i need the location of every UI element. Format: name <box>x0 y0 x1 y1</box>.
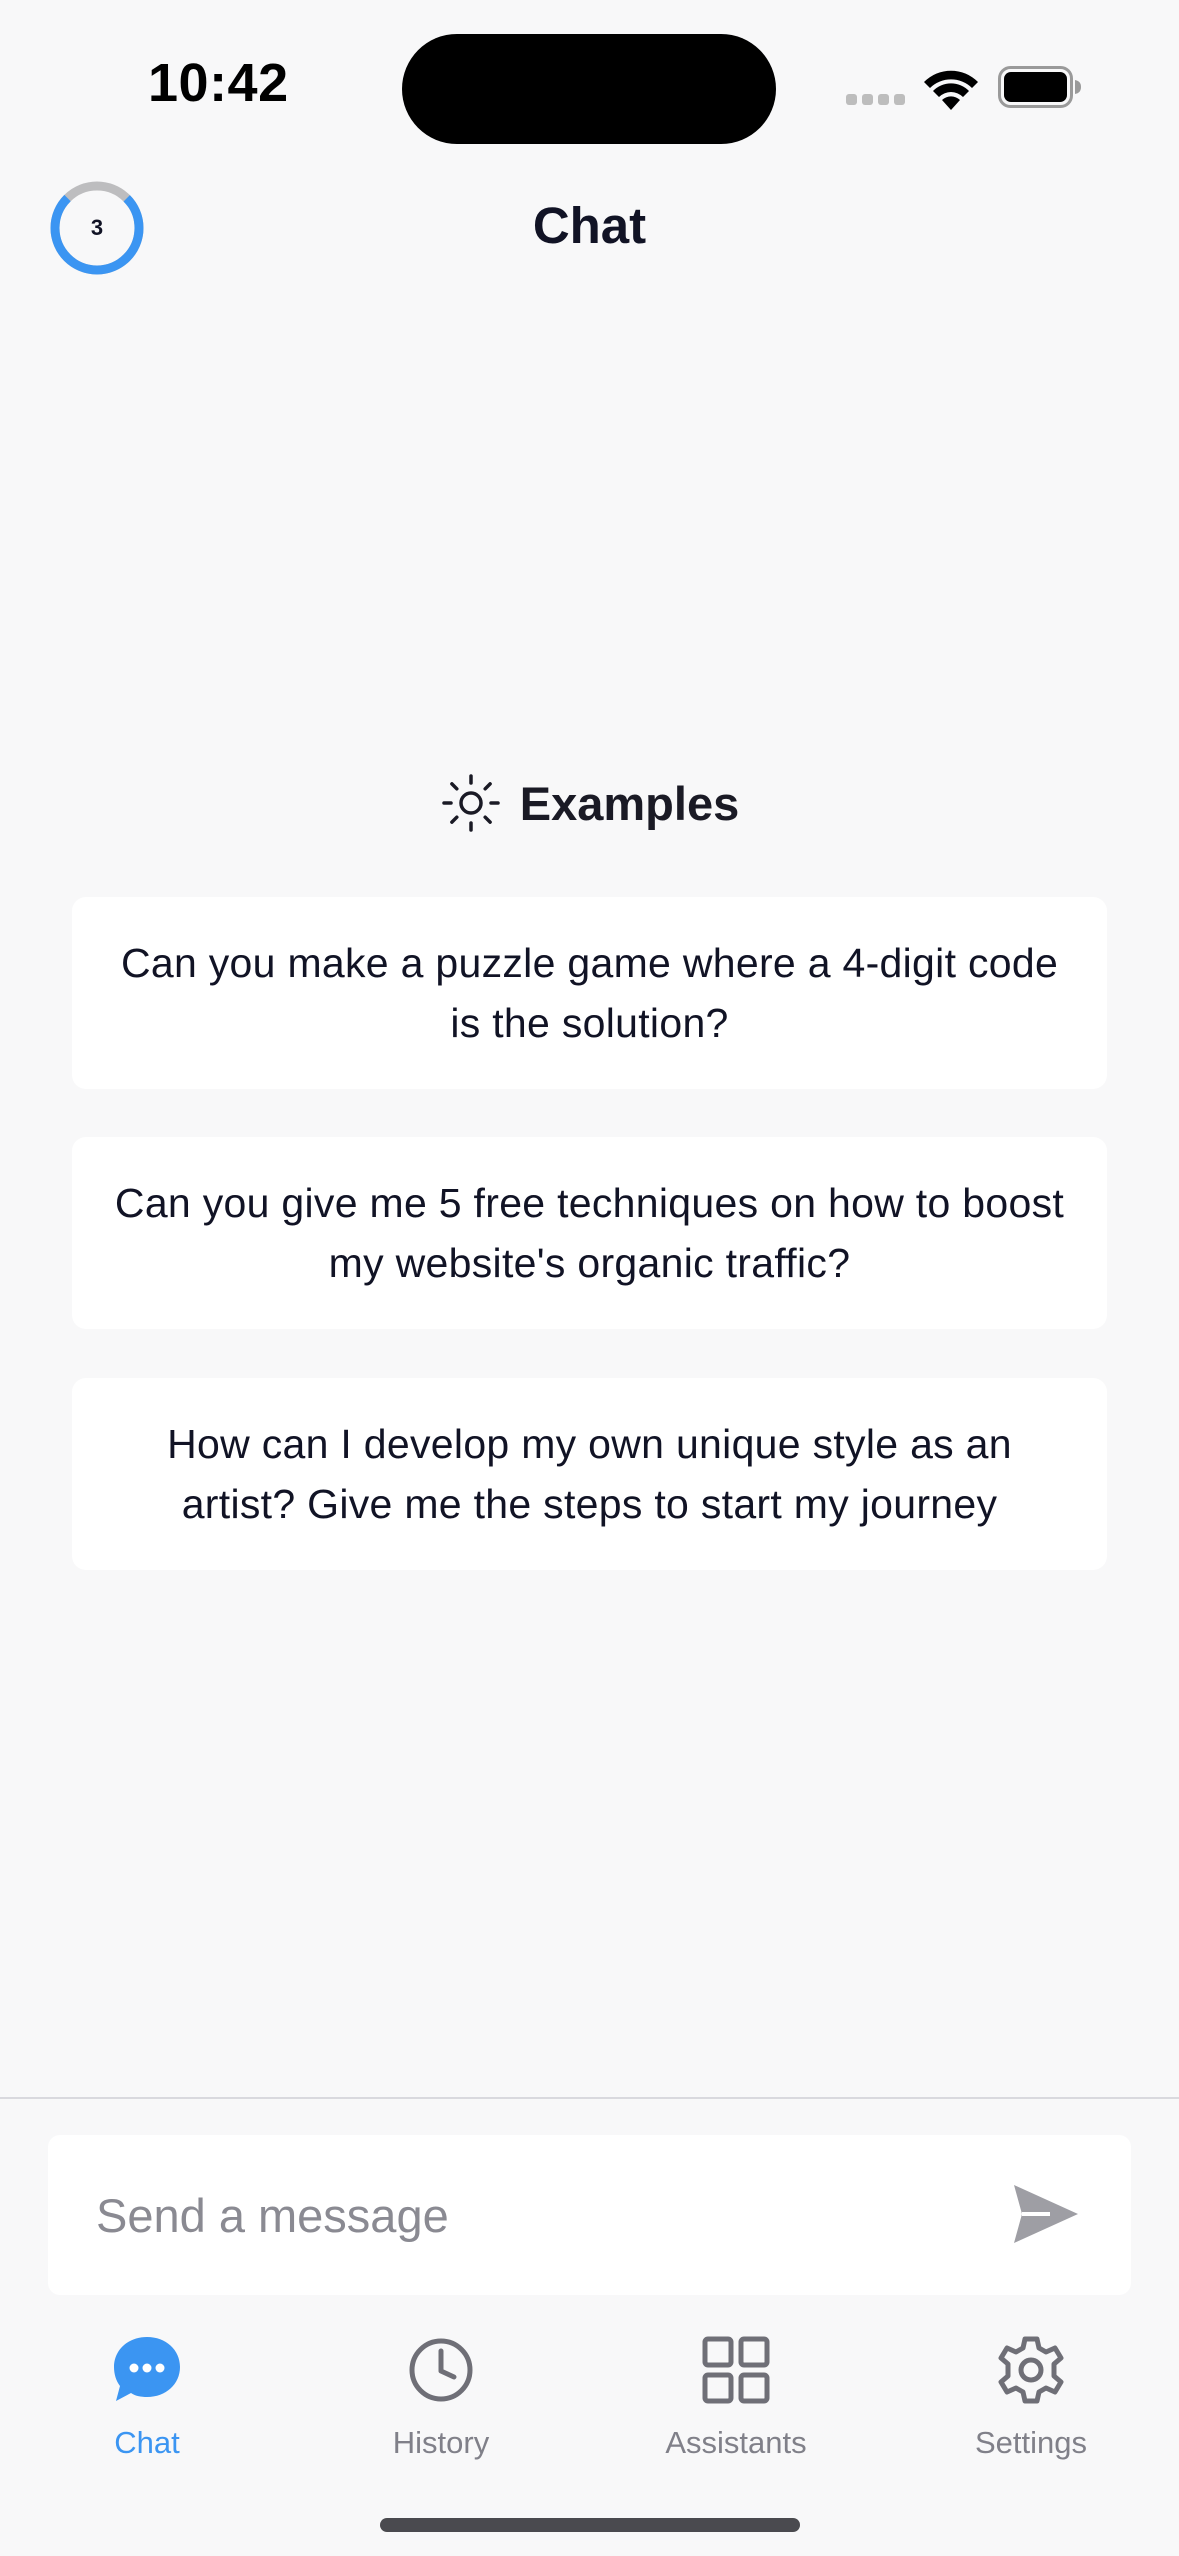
send-icon[interactable] <box>1010 2181 1082 2247</box>
examples-title: Examples <box>519 776 740 830</box>
tab-assistants[interactable]: Assistants <box>616 2333 856 2473</box>
battery-icon <box>998 66 1081 108</box>
tab-label: Chat <box>114 2425 180 2460</box>
message-composer <box>48 2135 1131 2295</box>
tab-label: Assistants <box>665 2425 807 2460</box>
grid-icon <box>702 2336 770 2404</box>
example-prompt-card[interactable]: Can you give me 5 free techniques on how… <box>72 1137 1107 1329</box>
sun-icon <box>442 774 500 832</box>
tab-label: Settings <box>974 2425 1087 2460</box>
tab-label: History <box>392 2425 490 2460</box>
status-time: 10:42 <box>148 53 289 113</box>
tab-settings[interactable]: Settings <box>911 2333 1151 2473</box>
wifi-icon <box>924 70 978 110</box>
chat-screen: 10:42 3 Chat Examples Can you make a puz… <box>0 0 1179 2556</box>
example-prompt-text: Can you give me 5 free techniques on how… <box>114 1180 1065 1286</box>
example-prompt-text: How can I develop my own unique style as… <box>167 1421 1012 1527</box>
message-input[interactable] <box>96 2173 996 2257</box>
examples-heading: Examples <box>0 772 1179 834</box>
clock-icon <box>409 2338 473 2402</box>
tab-chat[interactable]: Chat <box>27 2333 267 2473</box>
gear-icon <box>998 2336 1064 2404</box>
tab-history[interactable]: History <box>321 2333 561 2473</box>
page-title: Chat <box>532 197 647 254</box>
dynamic-island <box>402 34 776 144</box>
example-prompt-text: Can you make a puzzle game where a 4-dig… <box>120 940 1059 1046</box>
cellular-signal-icon <box>846 94 906 106</box>
composer-divider <box>0 2097 1179 2099</box>
home-indicator[interactable] <box>380 2518 800 2532</box>
example-prompt-card[interactable]: Can you make a puzzle game where a 4-dig… <box>72 897 1107 1089</box>
chat-bubble-icon <box>114 2337 180 2401</box>
example-prompt-card[interactable]: How can I develop my own unique style as… <box>72 1378 1107 1570</box>
